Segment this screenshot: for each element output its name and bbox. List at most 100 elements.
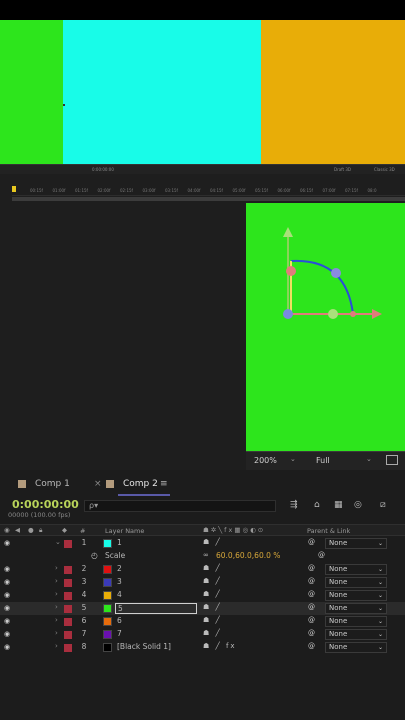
layer-name[interactable]: [Black Solid 1] <box>117 642 171 651</box>
label-color[interactable] <box>64 566 72 574</box>
label-color[interactable] <box>64 605 72 613</box>
visibility-eye-icon[interactable]: ◉ <box>4 578 10 586</box>
layer-row[interactable]: ◉ › 2 2 ☗ ╱ @ None ⌄ <box>0 563 405 576</box>
property-pickwhip-icon[interactable]: @ <box>318 551 325 559</box>
layer-name[interactable]: 2 <box>117 564 122 573</box>
layer-row[interactable]: ◉ ⌄ 1 1 ☗ ╱ @ None ⌄ <box>0 537 405 550</box>
toolbar-renderer[interactable]: Classic 3D <box>374 167 395 172</box>
timeline-controls: 0:00:00:00 00000 (100.00 fps) ρ▾ ⇶ ⌂ ▦ ◎… <box>0 496 405 522</box>
layer-number: 7 <box>81 629 87 638</box>
visibility-eye-icon[interactable]: ◉ <box>4 630 10 638</box>
label-color[interactable] <box>64 631 72 639</box>
panel-menu-icon[interactable]: ≡ <box>160 479 168 489</box>
expand-chevron-icon[interactable]: › <box>55 629 58 637</box>
comp-flow-icon[interactable]: ⇶ <box>290 500 298 510</box>
layer-switches[interactable]: ☗ ╱ <box>203 564 222 572</box>
visibility-eye-icon[interactable]: ◉ <box>4 617 10 625</box>
label-color[interactable] <box>64 579 72 587</box>
tab-comp-1[interactable]: Comp 1 <box>35 479 70 489</box>
expand-chevron-icon[interactable]: › <box>55 564 58 572</box>
current-timecode[interactable]: 0:00:00:00 <box>12 498 79 511</box>
draft3d-icon[interactable]: ⌂ <box>314 500 320 510</box>
property-row-scale: ◴ Scale ∞ 60.0,60.0,60.0 % @ <box>0 550 405 563</box>
layer-switches[interactable]: ☗ ╱ <box>203 538 222 546</box>
parent-select[interactable]: None ⌄ <box>325 564 387 575</box>
layer-switches[interactable]: ☗ ╱ <box>203 629 222 637</box>
expand-chevron-icon[interactable]: › <box>55 603 58 611</box>
time-ruler[interactable]: 00:15f 01:00f 01:15f 02:00f 02:15f 03:00f 03:1… <box>12 186 405 196</box>
parent-select[interactable]: None ⌄ <box>325 538 387 549</box>
layer-switches[interactable]: ☗ ╱ <box>203 590 222 598</box>
layer-switches[interactable]: ☗ ╱ <box>203 577 222 585</box>
parent-pickwhip-icon[interactable]: @ <box>308 590 315 598</box>
frame-blend-icon[interactable]: ▦ <box>334 500 343 510</box>
visibility-eye-icon[interactable]: ◉ <box>4 539 10 547</box>
layer-row[interactable]: ◉ › 8 [Black Solid 1] ☗ ╱ fx @ None ⌄ <box>0 641 405 654</box>
layer-name[interactable]: 3 <box>117 577 122 586</box>
playhead-marker[interactable] <box>12 186 16 192</box>
layer-name[interactable]: 1 <box>117 538 122 547</box>
layer-row[interactable]: ◉ › 5 5 ☗ ╱ @ None ⌄ <box>0 602 405 615</box>
visibility-eye-icon[interactable]: ◉ <box>4 643 10 651</box>
toolbar-timecode[interactable]: 0:00:00:00 <box>92 167 114 172</box>
tab-comp-2[interactable]: Comp 2 <box>123 479 158 489</box>
parent-pickwhip-icon[interactable]: @ <box>308 603 315 611</box>
snapshot-icon[interactable] <box>386 455 398 465</box>
layer-name[interactable]: 7 <box>117 629 122 638</box>
parent-select[interactable]: None ⌄ <box>325 577 387 588</box>
layer-row[interactable]: ◉ › 3 3 ☗ ╱ @ None ⌄ <box>0 576 405 589</box>
visibility-eye-icon[interactable]: ◉ <box>4 591 10 599</box>
layer-row[interactable]: ◉ › 7 7 ☗ ╱ @ None ⌄ <box>0 628 405 641</box>
parent-select[interactable]: None ⌄ <box>325 590 387 601</box>
expand-chevron-icon[interactable]: › <box>55 616 58 624</box>
parent-select[interactable]: None ⌄ <box>325 603 387 614</box>
layer-name[interactable]: 6 <box>117 616 122 625</box>
graph-editor-icon[interactable]: ⧄ <box>380 500 386 510</box>
expand-chevron-icon[interactable]: › <box>55 590 58 598</box>
motion-blur-icon[interactable]: ◎ <box>354 500 362 510</box>
label-color[interactable] <box>64 644 72 652</box>
parent-pickwhip-icon[interactable]: @ <box>308 538 315 546</box>
parent-pickwhip-icon[interactable]: @ <box>308 564 315 572</box>
layer-number: 1 <box>81 538 87 547</box>
parent-select[interactable]: None ⌄ <box>325 629 387 640</box>
layer-switches[interactable]: ☗ ╱ <box>203 603 222 611</box>
layer-name[interactable]: 5 <box>115 603 197 614</box>
parent-pickwhip-icon[interactable]: @ <box>308 642 315 650</box>
stopwatch-icon[interactable]: ◴ <box>91 551 98 560</box>
parent-value: None <box>329 643 348 651</box>
label-color[interactable] <box>64 540 72 548</box>
layer-color-swatch <box>103 630 112 639</box>
parent-pickwhip-icon[interactable]: @ <box>308 629 315 637</box>
parent-pickwhip-icon[interactable]: @ <box>308 616 315 624</box>
composition-viewer-canvas[interactable] <box>246 203 405 451</box>
layer-search-input[interactable]: ρ▾ <box>84 500 276 512</box>
expand-chevron-icon[interactable]: › <box>55 577 58 585</box>
label-color[interactable] <box>64 618 72 626</box>
expand-chevron-icon[interactable]: › <box>55 642 58 650</box>
work-area-bar[interactable] <box>12 197 405 201</box>
collapse-chevron-icon[interactable]: ⌄ <box>55 538 61 546</box>
visibility-eye-icon[interactable]: ◉ <box>4 604 10 612</box>
layer-number: 3 <box>81 577 87 586</box>
layer-row[interactable]: ◉ › 6 6 ☗ ╱ @ None ⌄ <box>0 615 405 628</box>
layer-switches[interactable]: ☗ ╱ <box>203 616 222 624</box>
visibility-eye-icon[interactable]: ◉ <box>4 565 10 573</box>
constrain-link-icon[interactable]: ∞ <box>203 551 209 559</box>
layer-color-swatch <box>103 539 112 548</box>
close-icon[interactable]: × <box>94 479 102 489</box>
parent-pickwhip-icon[interactable]: @ <box>308 577 315 585</box>
layer-row[interactable]: ◉ › 4 4 ☗ ╱ @ None ⌄ <box>0 589 405 602</box>
top-composition-viewer[interactable] <box>0 20 405 164</box>
label-color[interactable] <box>64 592 72 600</box>
transform-gizmo[interactable] <box>246 203 405 451</box>
property-value[interactable]: 60.0,60.0,60.0 % <box>216 551 280 560</box>
parent-select[interactable]: None ⌄ <box>325 642 387 653</box>
zoom-select[interactable]: 200% <box>254 456 277 465</box>
layer-name[interactable]: 4 <box>117 590 122 599</box>
parent-select[interactable]: None ⌄ <box>325 616 387 627</box>
resolution-select[interactable]: Full <box>316 456 330 465</box>
layer-switches[interactable]: ☗ ╱ fx <box>203 642 237 650</box>
toolbar-draft3d[interactable]: Draft 3D <box>334 167 351 172</box>
layer-name-header[interactable]: Layer Name <box>105 527 144 535</box>
